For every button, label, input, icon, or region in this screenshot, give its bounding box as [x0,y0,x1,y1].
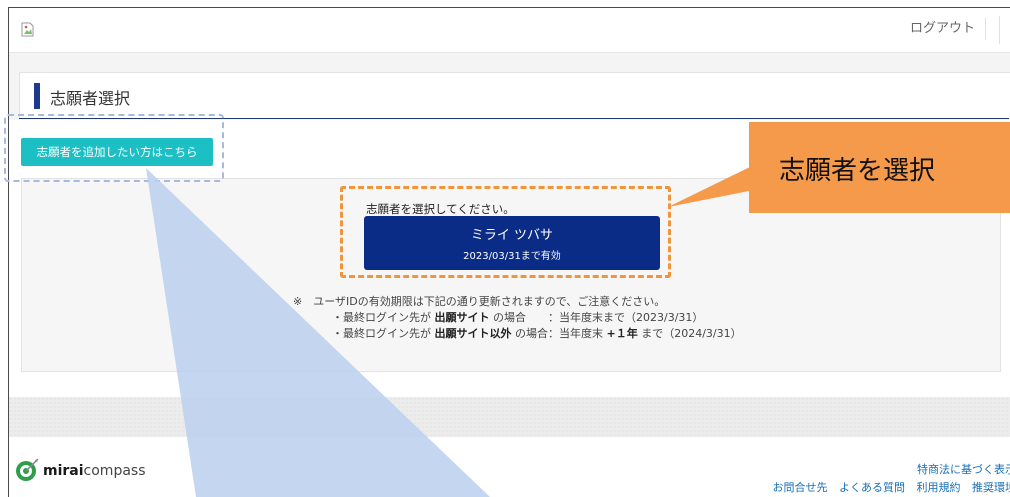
pointer-overlay [146,165,754,497]
callout-tail [668,165,754,207]
pointer-triangle [146,168,490,497]
callout-text: 志願者を選択 [779,156,936,186]
callout-box: 志願者を選択 [749,122,1010,213]
